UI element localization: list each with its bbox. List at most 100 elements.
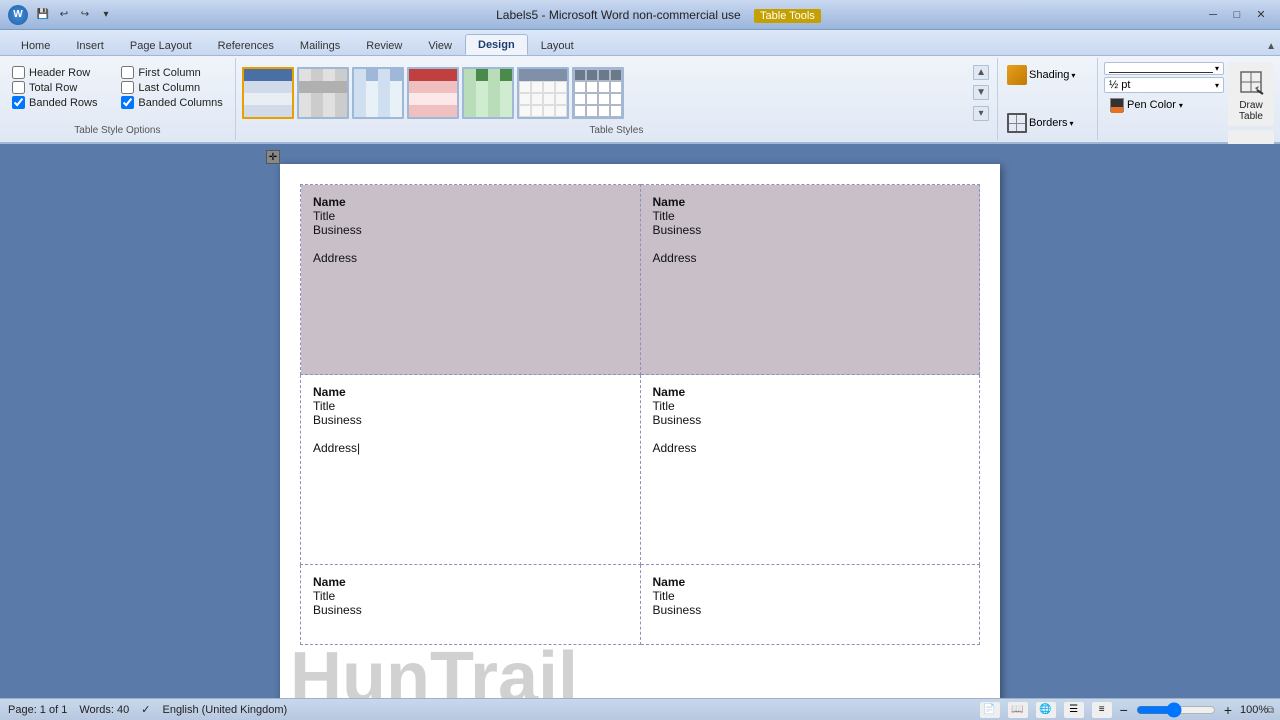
label-cell-3-2[interactable]: Name Title Business [640,565,980,645]
cell-business-1-2: Business [653,223,968,237]
banded-rows-option[interactable]: Banded Rows [12,96,113,109]
header-row-label: Header Row [29,67,90,79]
total-row-checkbox[interactable] [12,81,25,94]
table-style-5[interactable] [462,67,514,119]
maximize-button[interactable]: □ [1226,5,1248,25]
scroll-down-button[interactable]: ▼ [973,85,989,100]
banded-columns-label: Banded Columns [138,97,222,109]
label-cell-2-2[interactable]: Name Title Business Address [640,375,980,565]
banded-columns-checkbox[interactable] [121,96,134,109]
borders-dropdown[interactable]: Borders ▾ [1004,110,1091,136]
table-move-handle[interactable]: ✛ [266,150,280,164]
cell-title-2-1: Title [313,399,628,413]
outline-view-button[interactable]: ☰ [1064,702,1084,718]
shading-arrow-icon: ▾ [1071,71,1075,80]
table-style-7[interactable] [572,67,624,119]
title-bar-left: W 💾 ↩ ↪ ▾ [8,5,115,25]
borders-label: Borders [1029,117,1068,129]
cell-business-2-1: Business [313,413,628,427]
table-row: Name Title Business Name Title Business [301,565,980,645]
label-cell-2-1[interactable]: Name Title Business Address| [301,375,641,565]
pen-style-arrow-icon: ▾ [1215,64,1219,73]
cell-title-3-2: Title [653,589,968,603]
total-row-option[interactable]: Total Row [12,81,113,94]
banded-columns-option[interactable]: Banded Columns [121,96,222,109]
draw-borders-controls: ▾ ½ pt ▾ Pen Color ▾ [1104,62,1224,136]
label-cell-3-1[interactable]: Name Title Business [301,565,641,645]
table-style-1[interactable] [242,67,294,119]
save-button[interactable]: 💾 [34,6,52,24]
table-style-6[interactable] [517,67,569,119]
banded-rows-checkbox[interactable] [12,96,25,109]
first-column-option[interactable]: First Column [121,66,222,79]
header-row-checkbox[interactable] [12,66,25,79]
cell-gap-2-2 [653,427,968,441]
draw-borders-expand[interactable]: ⧉ [1267,705,1274,716]
label-cell-1-1[interactable]: Name Title Business Address [301,185,641,375]
cell-title-1-1: Title [313,209,628,223]
tab-references[interactable]: References [205,35,287,55]
table-styles-label: Table Styles [242,123,991,136]
shading-borders-group: Shading ▾ Borders ▾ [998,58,1098,140]
table-style-3[interactable] [352,67,404,119]
tab-view[interactable]: View [415,35,465,55]
table-style-4[interactable] [407,67,459,119]
first-column-checkbox[interactable] [121,66,134,79]
redo-button[interactable]: ↪ [76,6,94,24]
zoom-in-button[interactable]: + [1224,702,1232,718]
tab-layout[interactable]: Layout [528,35,587,55]
pen-weight-dropdown[interactable]: ½ pt ▾ [1104,77,1224,93]
last-column-checkbox[interactable] [121,81,134,94]
ribbon-collapse-button[interactable]: ▲ [1262,38,1280,55]
pen-style-dropdown[interactable]: ▾ [1104,62,1224,75]
tab-review[interactable]: Review [353,35,415,55]
scroll-up-button[interactable]: ▲ [973,65,989,80]
tab-design[interactable]: Design [465,34,528,55]
tab-mailings[interactable]: Mailings [287,35,353,55]
qat-more-button[interactable]: ▾ [97,6,115,24]
print-layout-view-button[interactable]: 📄 [980,702,1000,718]
window-title: Labels5 - Microsoft Word non-commercial … [115,8,1202,22]
table-style-thumbs [242,67,968,119]
draw-borders-group: ▾ ½ pt ▾ Pen Color ▾ [1098,58,1280,140]
tab-page-layout[interactable]: Page Layout [117,35,205,55]
proofing-icon[interactable]: ✓ [141,703,150,716]
first-column-label: First Column [138,67,200,79]
undo-button[interactable]: ↩ [55,6,73,24]
cell-address-2-1[interactable]: Address| [313,441,628,455]
page-info: Page: 1 of 1 [8,704,67,716]
label-table: Name Title Business Address Name Title B… [300,184,980,645]
full-screen-view-button[interactable]: 📖 [1008,702,1028,718]
pen-weight-value: ½ pt [1109,79,1213,91]
pen-color-arrow-icon: ▾ [1179,101,1183,110]
tab-insert[interactable]: Insert [63,35,117,55]
table-style-2[interactable] [297,67,349,119]
ribbon: Header Row First Column Total Row Last C… [0,56,1280,144]
header-row-option[interactable]: Header Row [12,66,113,79]
cell-gap-1-1 [313,237,628,251]
language-label: English (United Kingdom) [162,704,287,716]
scroll-more-button[interactable]: ▾ [973,106,989,121]
draw-table-label: DrawTable [1239,100,1263,122]
draw-table-button[interactable]: DrawTable [1228,62,1274,126]
minimize-button[interactable]: ─ [1202,5,1224,25]
table-row: Name Title Business Address| Name Title … [301,375,980,565]
zoom-slider[interactable] [1136,702,1216,718]
tab-home[interactable]: Home [8,35,63,55]
cell-business-3-1: Business [313,603,628,617]
label-cell-1-2[interactable]: Name Title Business Address [640,185,980,375]
last-column-option[interactable]: Last Column [121,81,222,94]
style-options-checkboxes: Header Row First Column Total Row Last C… [6,62,229,113]
cell-name-3-2: Name [653,575,968,589]
spacer [1004,90,1091,108]
pen-color-button[interactable]: Pen Color ▾ [1104,95,1224,115]
last-column-label: Last Column [138,82,200,94]
window-controls: ─ □ ✕ [1202,5,1272,25]
table-style-options-group: Header Row First Column Total Row Last C… [0,58,236,140]
close-button[interactable]: ✕ [1250,5,1272,25]
cell-title-3-1: Title [313,589,628,603]
zoom-out-button[interactable]: − [1120,702,1128,718]
shading-dropdown[interactable]: Shading ▾ [1004,62,1091,88]
draft-view-button[interactable]: ≡ [1092,702,1112,718]
web-layout-view-button[interactable]: 🌐 [1036,702,1056,718]
